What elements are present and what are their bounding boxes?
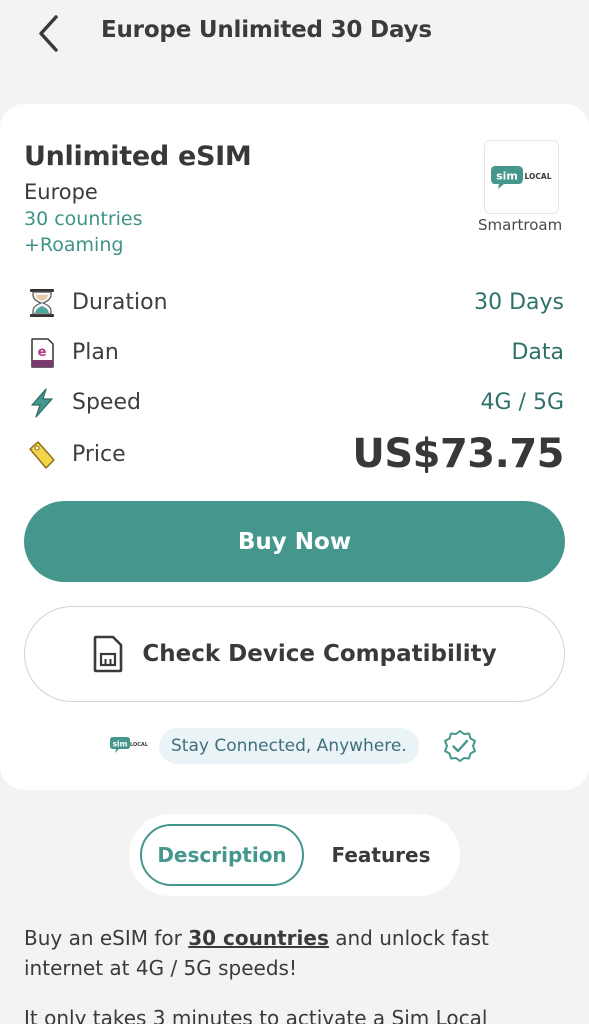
- verified-badge-icon: [444, 730, 476, 762]
- plan-label: Plan: [72, 340, 119, 365]
- spec-row-speed: Speed 4G / 5G: [0, 383, 589, 423]
- provider-logo: sim LOCAL: [484, 140, 559, 214]
- svg-text:e: e: [38, 345, 47, 360]
- check-compatibility-label: Check Device Compatibility: [142, 641, 497, 667]
- check-compatibility-button[interactable]: Check Device Compatibility: [24, 606, 565, 702]
- chevron-left-icon: [39, 15, 58, 52]
- tagline-badge: Stay Connected, Anywhere.: [159, 728, 419, 764]
- description-paragraph-1: Buy an eSIM for 30 countries and unlock …: [24, 923, 569, 983]
- product-title: Unlimited eSIM: [24, 141, 252, 172]
- logo-local-text: LOCAL: [524, 172, 551, 181]
- sim-local-small-logo-icon: sim LOCAL: [110, 737, 148, 753]
- buy-now-button[interactable]: Buy Now: [24, 501, 565, 582]
- spec-row-plan: e Plan Data: [0, 333, 589, 373]
- tagline-row: sim LOCAL Stay Connected, Anywhere.: [0, 726, 589, 766]
- small-logo-sim-text: sim: [113, 740, 128, 749]
- description-text-start: Buy an eSIM for: [24, 926, 189, 950]
- countries-count: 30 countries: [24, 208, 143, 230]
- product-region: Europe: [24, 180, 98, 204]
- logo-sim-text: sim: [496, 170, 518, 183]
- sim-local-logo-icon: sim LOCAL: [490, 166, 551, 189]
- speed-label: Speed: [72, 390, 141, 415]
- small-logo-local-text: LOCAL: [130, 742, 148, 748]
- price-label: Price: [72, 442, 126, 467]
- price-tag-icon: [29, 441, 55, 469]
- tab-description[interactable]: Description: [140, 824, 304, 886]
- description-paragraph-2: It only takes 3 minutes to activate a Si…: [24, 1006, 488, 1024]
- duration-label: Duration: [72, 290, 168, 315]
- back-button[interactable]: [28, 12, 68, 56]
- duration-value: 30 Days: [474, 290, 564, 315]
- countries-link[interactable]: 30 countries: [188, 926, 329, 950]
- esim-card-icon: e: [31, 338, 54, 368]
- speed-value: 4G / 5G: [480, 390, 565, 415]
- spec-row-duration: Duration 30 Days: [0, 283, 589, 323]
- lightning-icon: [31, 388, 53, 418]
- provider-name: Smartroam: [478, 216, 563, 234]
- hourglass-icon: [30, 289, 54, 317]
- top-bar: Europe Unlimited 30 Days: [0, 0, 589, 70]
- roaming-label: +Roaming: [24, 234, 124, 256]
- tab-features[interactable]: Features: [315, 824, 447, 886]
- page-title: Europe Unlimited 30 Days: [101, 17, 432, 43]
- price-value: US$73.75: [352, 431, 564, 477]
- sim-card-icon: [94, 635, 123, 673]
- plan-value: Data: [511, 340, 564, 365]
- tab-bar: Description Features: [129, 814, 460, 896]
